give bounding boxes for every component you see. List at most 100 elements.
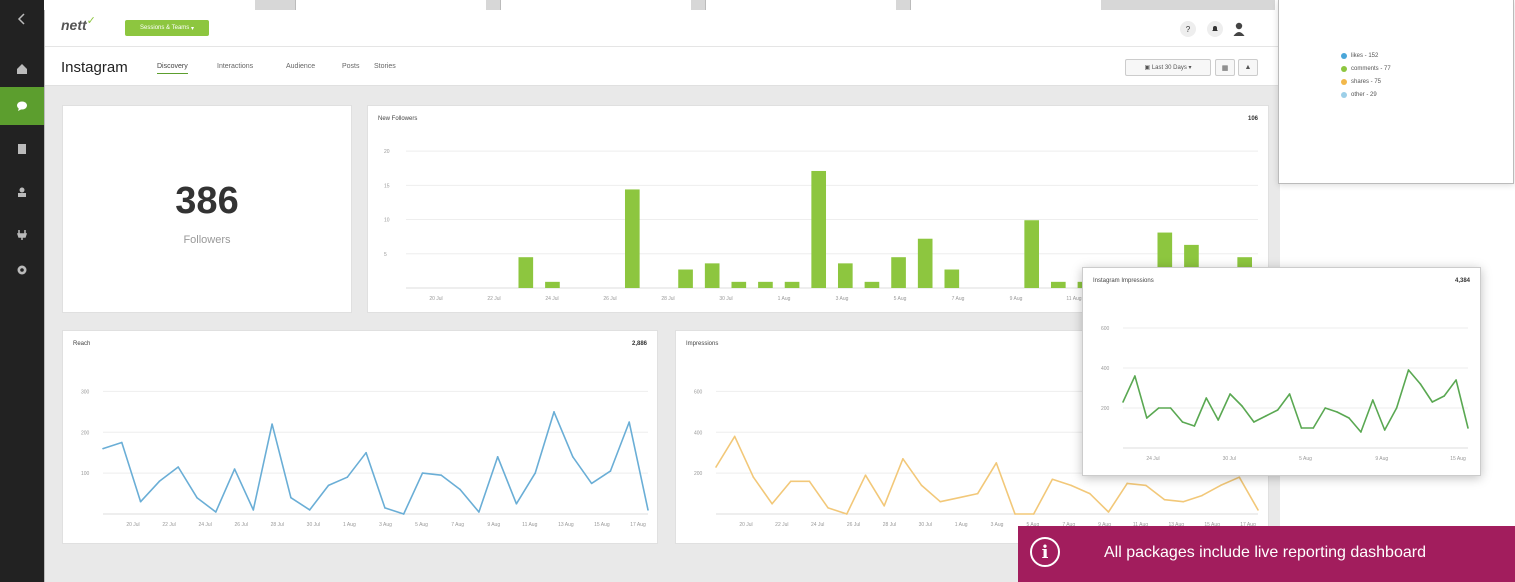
series-line (102, 411, 649, 515)
bar (837, 263, 853, 288)
y-tick-label: 20 (384, 149, 390, 155)
data-point (1182, 500, 1185, 503)
data-point (1181, 421, 1184, 423)
y-tick-label: 400 (694, 430, 703, 436)
data-point (628, 421, 631, 423)
data-point (995, 462, 998, 464)
data-point (1229, 393, 1231, 395)
tab-discovery[interactable]: Discovery (157, 63, 188, 74)
data-point (1145, 484, 1147, 487)
data-point (346, 476, 349, 479)
x-tick-label: 24 Jul (545, 296, 558, 302)
x-tick-label: 5 Aug (1299, 456, 1312, 462)
data-point (158, 480, 161, 483)
data-point (1336, 411, 1338, 413)
x-tick-label: 28 Jul (883, 522, 896, 528)
x-tick-label: 13 Aug (558, 522, 574, 528)
data-point (1219, 484, 1222, 487)
sidebar (0, 0, 44, 582)
download-button[interactable]: ▲ (1238, 59, 1258, 76)
y-tick-label: 600 (1101, 326, 1110, 332)
bar (917, 238, 933, 288)
y-tick-label: 300 (81, 389, 90, 395)
grid-view-button[interactable]: ▦ (1215, 59, 1235, 76)
data-point (1205, 397, 1208, 399)
x-tick-label: 11 Aug (522, 522, 537, 528)
data-point (1348, 417, 1350, 419)
help-icon[interactable]: ? (1180, 21, 1196, 37)
data-point (1431, 401, 1434, 403)
legend-dot (1341, 66, 1347, 72)
x-tick-label: 28 Jul (661, 296, 674, 302)
data-point (1238, 476, 1241, 479)
data-point (1088, 492, 1091, 495)
data-point (771, 502, 773, 505)
bell-icon[interactable] (1207, 21, 1223, 37)
y-tick-label: 100 (81, 471, 90, 477)
data-point (1163, 498, 1166, 501)
data-point (1360, 431, 1362, 433)
data-point (1051, 478, 1054, 481)
tab-posts[interactable]: Posts (342, 63, 360, 70)
data-point (1395, 407, 1398, 409)
x-tick-label: 15 Aug (594, 522, 610, 528)
data-point (976, 492, 979, 495)
bar (731, 281, 747, 288)
home-icon[interactable] (0, 50, 44, 88)
data-point (572, 456, 574, 458)
data-point (120, 441, 123, 444)
plug-icon[interactable] (0, 216, 44, 254)
y-tick-label: 5 (384, 252, 387, 258)
info-banner: i All packages include live reporting da… (1018, 526, 1515, 582)
bar (1024, 220, 1040, 288)
instagram-impressions-panel: Instagram Impressions 4,384 600 400 200 24 … (1082, 267, 1481, 476)
data-point (1324, 407, 1327, 409)
y-tick-label: 10 (384, 218, 390, 224)
data-point (1201, 494, 1203, 497)
date-range-dropdown[interactable]: ▣ Last 30 Days ▾ (1125, 59, 1211, 76)
background-window-strip (255, 0, 1275, 10)
tab-audience[interactable]: Audience (286, 63, 315, 70)
x-tick-label: 1 Aug (778, 296, 791, 302)
user-icon[interactable] (0, 173, 44, 211)
logo[interactable]: nett✓ (61, 15, 96, 33)
tab-stories[interactable]: Stories (374, 63, 396, 70)
x-tick-label: 20 Jul (739, 522, 752, 528)
x-tick-label: 9 Aug (1375, 456, 1388, 462)
tab-interactions[interactable]: Interactions (217, 63, 253, 70)
background-card (705, 0, 896, 10)
data-point (1169, 407, 1172, 409)
data-point (327, 484, 330, 487)
y-tick-label: 400 (1101, 366, 1110, 372)
info-icon: i (1030, 537, 1060, 567)
back-chevron-icon[interactable] (0, 0, 44, 38)
data-point (1276, 409, 1279, 411)
x-tick-label: 1 Aug (955, 522, 968, 528)
x-tick-label: 5 Aug (894, 296, 907, 302)
data-point (1419, 383, 1422, 385)
bar (864, 281, 880, 288)
bar (784, 281, 800, 288)
data-point (534, 472, 537, 474)
data-point (1372, 399, 1374, 401)
data-point (752, 476, 755, 479)
data-point (1134, 375, 1136, 377)
page-title: Instagram (61, 59, 128, 76)
data-point (233, 468, 236, 470)
data-point (715, 466, 717, 468)
document-icon[interactable] (0, 130, 44, 168)
gear-icon[interactable] (0, 251, 44, 289)
data-point (1241, 405, 1243, 407)
user-avatar-icon[interactable] (1231, 21, 1247, 37)
x-tick-label: 20 Jul (429, 296, 442, 302)
chat-icon[interactable] (0, 87, 44, 125)
data-point (1443, 395, 1446, 397)
reach-chart: 300 200 100 20 Jul 22 Jul 24 Jul 26 Jul 28 Jul 3… (81, 389, 649, 528)
account-dropdown-button[interactable]: Sessions & Teams ▾ (125, 20, 209, 36)
y-tick-label: 200 (81, 430, 90, 436)
data-point (308, 509, 311, 511)
data-point (1107, 511, 1110, 513)
x-tick-label: 5 Aug (415, 522, 428, 528)
x-tick-label: 3 Aug (991, 522, 1004, 528)
y-tick-label: 200 (694, 471, 703, 477)
